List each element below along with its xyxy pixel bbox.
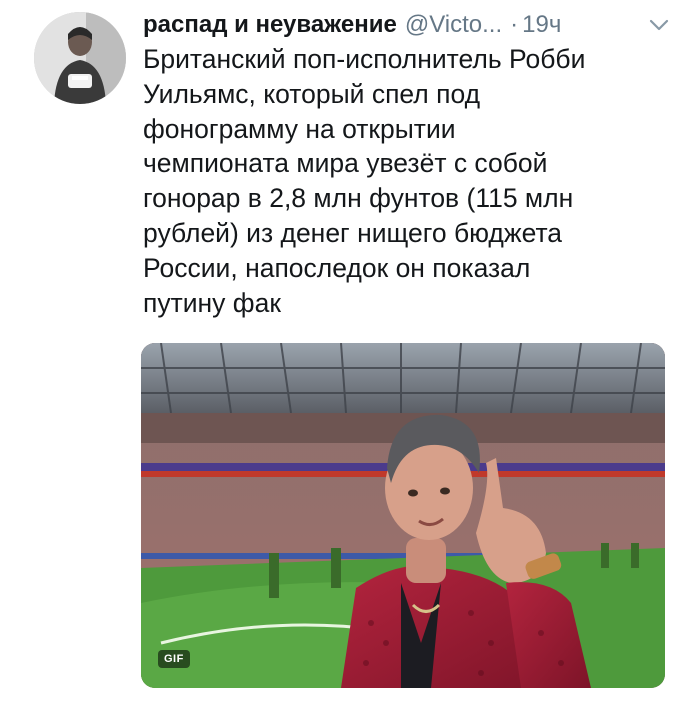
user-avatar-icon	[34, 12, 126, 104]
more-options-button[interactable]	[648, 16, 670, 34]
gif-badge: GIF	[158, 650, 190, 668]
author-name[interactable]: распад и неуважение	[143, 11, 397, 39]
author-handle[interactable]: @Victo...	[405, 11, 502, 39]
chevron-down-icon	[649, 19, 669, 31]
separator-dot: ·	[510, 11, 519, 38]
gif-image	[141, 343, 665, 688]
tweet-time[interactable]: 19ч	[522, 11, 561, 39]
tweet[interactable]: распад и неуважение @Victo... · 19ч Брит…	[0, 0, 700, 707]
tweet-media-gif[interactable]: GIF	[141, 343, 665, 688]
tweet-text: Британский поп-исполнитель Робби Уильямс…	[143, 44, 586, 318]
avatar[interactable]	[34, 12, 126, 104]
tweet-header: распад и неуважение @Victo... · 19ч	[143, 10, 670, 40]
